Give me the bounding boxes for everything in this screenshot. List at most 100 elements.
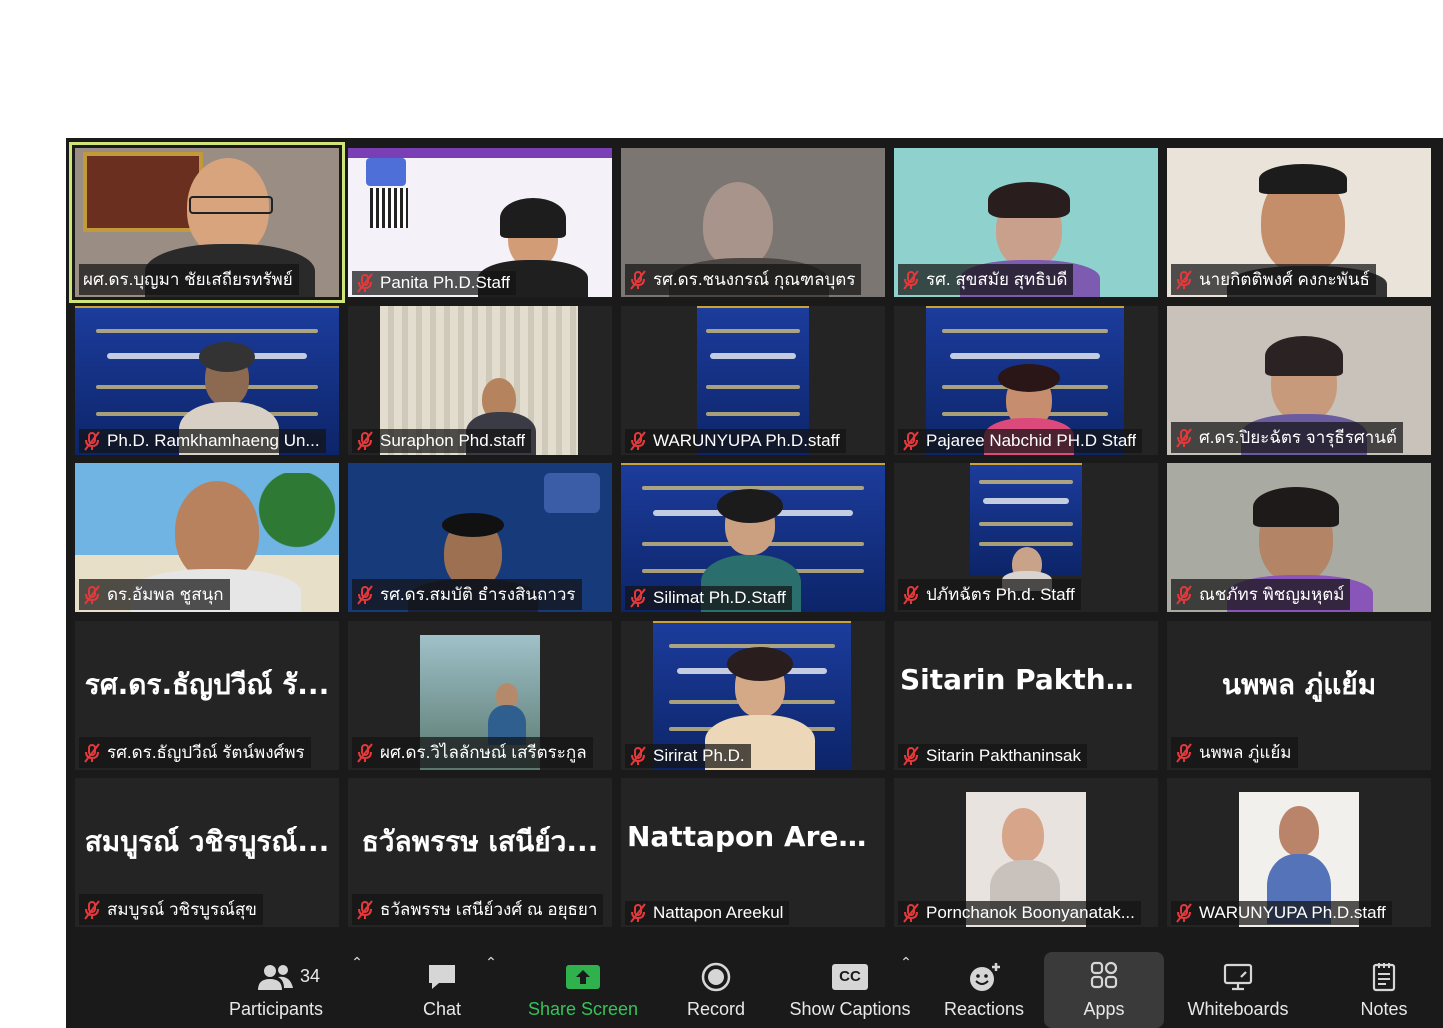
mic-muted-icon	[357, 899, 373, 920]
show-captions-button[interactable]: CC Show Captions	[784, 954, 916, 1028]
participant-name-tag: Sirirat Ph.D.	[625, 744, 751, 768]
participant-tile[interactable]: Suraphon Phd.staff	[348, 306, 612, 455]
chat-label: Chat	[422, 999, 462, 1019]
background-detail	[500, 198, 566, 238]
participant-name: ผศ.ดร.บุญมา ชัยเสถียรทรัพย์	[83, 270, 293, 289]
record-button[interactable]: Record	[676, 954, 756, 1028]
caret-up-icon[interactable]: ⌃	[898, 954, 914, 971]
captions-icon: CC	[832, 964, 868, 990]
notes-button[interactable]: Notes	[1344, 954, 1424, 1028]
participant-tile[interactable]: รศ.ดร.ชนงกรณ์ กุณฑลบุตร	[621, 148, 885, 297]
participant-tile[interactable]: ณชภัทร พิชญมหุตม์	[1167, 463, 1431, 612]
participant-name-tag: Silimat Ph.D.Staff	[625, 586, 792, 610]
participant-tile[interactable]: ปภัทฉัตร Ph.d. Staff	[894, 463, 1158, 612]
participant-tile[interactable]: ผศ.ดร.บุญมา ชัยเสถียรทรัพย์	[69, 142, 345, 303]
participant-name: นายกิตติพงศ์ คงกะพันธ์	[1199, 270, 1370, 289]
background-detail	[83, 152, 203, 232]
participant-tile[interactable]: WARUNYUPA Ph.D.staff	[621, 306, 885, 455]
participant-tile[interactable]: นายกิตติพงศ์ คงกะพันธ์	[1167, 148, 1431, 297]
whiteboards-label: Whiteboards	[1187, 999, 1289, 1019]
participant-name-tag: Nattapon Areekul	[625, 901, 790, 925]
mic-muted-icon	[1176, 427, 1192, 448]
participant-name-tag: WARUNYUPA Ph.D.staff	[625, 429, 846, 453]
participant-tile[interactable]: Pajaree Nabchid PH.D Staff	[894, 306, 1158, 455]
participant-face	[175, 481, 259, 581]
participant-name-tag: รศ.ดร.ธัญปวีณ์ รัตน์พงศ์พร	[79, 737, 311, 768]
participant-tile[interactable]: Nattapon Areekul Nattapon Areekul	[621, 778, 885, 927]
background-detail	[998, 364, 1060, 392]
chat-icon	[429, 965, 455, 989]
mic-muted-icon	[903, 269, 919, 290]
participant-name: Pornchanok Boonyanatak...	[926, 903, 1135, 922]
participant-tile[interactable]: รศ.ดร.ธัญปวีณ์ รั... รศ.ดร.ธัญปวีณ์ รัตน์…	[75, 621, 339, 770]
participant-name: นพพล ภู่แย้ม	[1199, 743, 1292, 762]
participant-tile[interactable]: Panita Ph.D.Staff	[348, 148, 612, 297]
mic-muted-icon	[84, 584, 100, 605]
participants-button[interactable]: 34 Participants	[226, 954, 326, 1028]
participant-tile[interactable]: นพพล ภู่แย้ม นพพล ภู่แย้ม	[1167, 621, 1431, 770]
share-screen-label: Share Screen	[527, 999, 639, 1019]
mic-muted-icon	[903, 584, 919, 605]
participant-tile[interactable]: Silimat Ph.D.Staff	[621, 463, 885, 612]
background-detail	[348, 148, 612, 158]
mic-muted-icon	[1176, 742, 1192, 763]
chat-button[interactable]: Chat	[402, 954, 482, 1028]
background-detail	[988, 182, 1070, 218]
participant-tile[interactable]: ธวัลพรรษ เสนีย์ว... ธวัลพรรษ เสนีย์วงศ์ ณ…	[348, 778, 612, 927]
mic-muted-icon	[357, 273, 373, 293]
meeting-toolbar: 34 Participants ⌃ Chat ⌃ Share Screen Re…	[66, 940, 1443, 1028]
participant-name: รศ.ดร.ชนงกรณ์ กุณฑลบุตร	[653, 270, 856, 289]
participant-tile[interactable]: WARUNYUPA Ph.D.staff	[1167, 778, 1431, 927]
participant-name-tag: Pajaree Nabchid PH.D Staff	[898, 429, 1143, 453]
participants-icon	[258, 965, 293, 990]
participant-tile[interactable]: ผศ.ดร.วิไลลักษณ์ เสรีตระกูล	[348, 621, 612, 770]
mic-muted-icon	[357, 584, 373, 605]
background-detail	[1253, 487, 1339, 527]
participant-name-tag: WARUNYUPA Ph.D.staff	[1171, 901, 1392, 925]
share-screen-button[interactable]: Share Screen	[522, 954, 644, 1028]
participant-tile[interactable]: ศ.ดร.ปิยะฉัตร จารุธีรศานต์	[1167, 306, 1431, 455]
participant-tile[interactable]: รศ.ดร.สมบัติ ธำรงสินถาวร	[348, 463, 612, 612]
caret-up-icon[interactable]: ⌃	[483, 954, 499, 971]
mic-muted-icon	[357, 431, 373, 451]
reactions-icon	[970, 963, 1000, 991]
mic-muted-icon	[630, 746, 646, 766]
background-detail	[1259, 164, 1347, 194]
participant-tile[interactable]: Pornchanok Boonyanatak...	[894, 778, 1158, 927]
participant-tile[interactable]: ดร.อัมพล ชูสนุก	[75, 463, 339, 612]
mic-muted-icon	[903, 746, 919, 766]
participant-name-tag: ศ.ดร.ปิยะฉัตร จารุธีรศานต์	[1171, 422, 1403, 453]
participant-name-tag: นพพล ภู่แย้ม	[1171, 737, 1298, 768]
mic-muted-icon	[630, 588, 646, 608]
participant-name: Suraphon Phd.staff	[380, 431, 526, 450]
display-name-large: ธวัลพรรษ เสนีย์ว...	[361, 825, 599, 858]
participant-name-tag: ปภัทฉัตร Ph.d. Staff	[898, 579, 1081, 610]
participant-tile[interactable]: รศ. สุขสมัย สุทธิบดี	[894, 148, 1158, 297]
whiteboards-icon	[1223, 963, 1253, 991]
mic-muted-icon	[1176, 584, 1192, 605]
participant-tile[interactable]: Ph.D. Ramkhamhaeng Un...	[75, 306, 339, 455]
apps-button[interactable]: Apps	[1044, 952, 1164, 1028]
participants-label: Participants	[228, 999, 324, 1019]
participant-tile[interactable]: Sitarin Pakthani... Sitarin Pakthaninsak	[894, 621, 1158, 770]
caret-up-icon[interactable]: ⌃	[349, 954, 365, 971]
reactions-button[interactable]: Reactions	[938, 954, 1030, 1028]
participant-tile[interactable]: สมบูรณ์ วชิรบูรณ์... สมบูรณ์ วชิรบูรณ์สุข	[75, 778, 339, 927]
participant-name: สมบูรณ์ วชิรบูรณ์สุข	[107, 900, 257, 919]
participant-name: รศ.ดร.สมบัติ ธำรงสินถาวร	[380, 585, 576, 604]
background-detail	[717, 489, 783, 523]
participant-face	[1279, 806, 1319, 856]
mic-muted-icon	[1176, 269, 1192, 290]
participant-name: Silimat Ph.D.Staff	[653, 588, 786, 607]
participant-name: ศ.ดร.ปิยะฉัตร จารุธีรศานต์	[1199, 428, 1397, 447]
participant-name-tag: รศ. สุขสมัย สุทธิบดี	[898, 264, 1074, 295]
participant-name: Sitarin Pakthaninsak	[926, 746, 1081, 765]
participant-name: WARUNYUPA Ph.D.staff	[653, 431, 840, 450]
participant-name-tag: สมบูรณ์ วชิรบูรณ์สุข	[79, 894, 263, 925]
background-detail	[366, 158, 406, 186]
mic-muted-icon	[903, 431, 919, 451]
whiteboards-button[interactable]: Whiteboards	[1176, 954, 1300, 1028]
participant-tile[interactable]: Sirirat Ph.D.	[621, 621, 885, 770]
participant-name-tag: ณชภัทร พิชญมหุตม์	[1171, 579, 1351, 610]
apps-label: Apps	[1083, 999, 1125, 1019]
